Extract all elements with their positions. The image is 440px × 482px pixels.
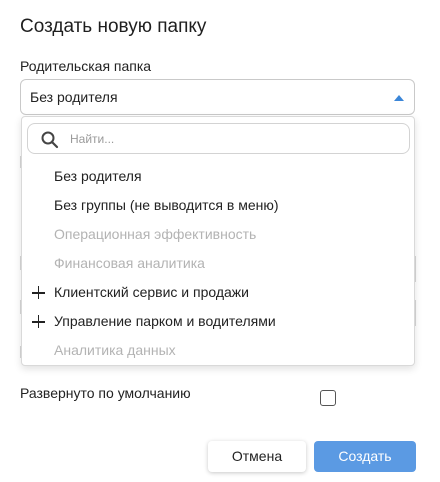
option-financial-analytics: Финансовая аналитика: [22, 249, 414, 278]
option-label: Клиентский сервис и продажи: [54, 284, 249, 300]
parent-folder-value: Без родителя: [30, 89, 118, 105]
option-data-analytics: Аналитика данных: [22, 336, 414, 365]
option-operational-efficiency: Операционная эффективность: [22, 220, 414, 249]
parent-folder-select[interactable]: Без родителя: [20, 79, 415, 115]
option-label: Аналитика данных: [54, 342, 176, 358]
expanded-by-default-checkbox[interactable]: [320, 390, 336, 406]
option-label: Без родителя: [54, 168, 142, 184]
parent-folder-dropdown: Без родителя Без группы (не выводится в …: [21, 116, 415, 366]
option-label: Финансовая аналитика: [54, 255, 205, 271]
option-no-group[interactable]: Без группы (не выводится в меню): [22, 191, 414, 220]
expanded-by-default-label: Развернуто по умолчанию: [20, 385, 191, 401]
option-customer-service-sales[interactable]: Клиентский сервис и продажи: [22, 278, 414, 307]
create-folder-dialog: Создать новую папку Родительская папка Б…: [0, 0, 440, 482]
create-button[interactable]: Создать: [314, 441, 416, 472]
parent-folder-label: Родительская папка: [20, 58, 152, 74]
option-label: Без группы (не выводится в меню): [54, 197, 279, 213]
option-label: Управление парком и водителями: [54, 313, 276, 329]
dialog-title: Создать новую папку: [20, 16, 207, 37]
option-no-parent[interactable]: Без родителя: [22, 162, 414, 191]
search-icon: [41, 131, 59, 149]
caret-up-icon: [394, 95, 404, 101]
cancel-button[interactable]: Отмена: [208, 441, 306, 472]
plus-icon[interactable]: [32, 286, 45, 299]
plus-icon[interactable]: [32, 315, 45, 328]
option-fleet-drivers[interactable]: Управление парком и водителями: [22, 307, 414, 336]
option-label: Операционная эффективность: [54, 226, 257, 242]
search-input[interactable]: [68, 128, 388, 150]
search-box: [27, 123, 410, 154]
